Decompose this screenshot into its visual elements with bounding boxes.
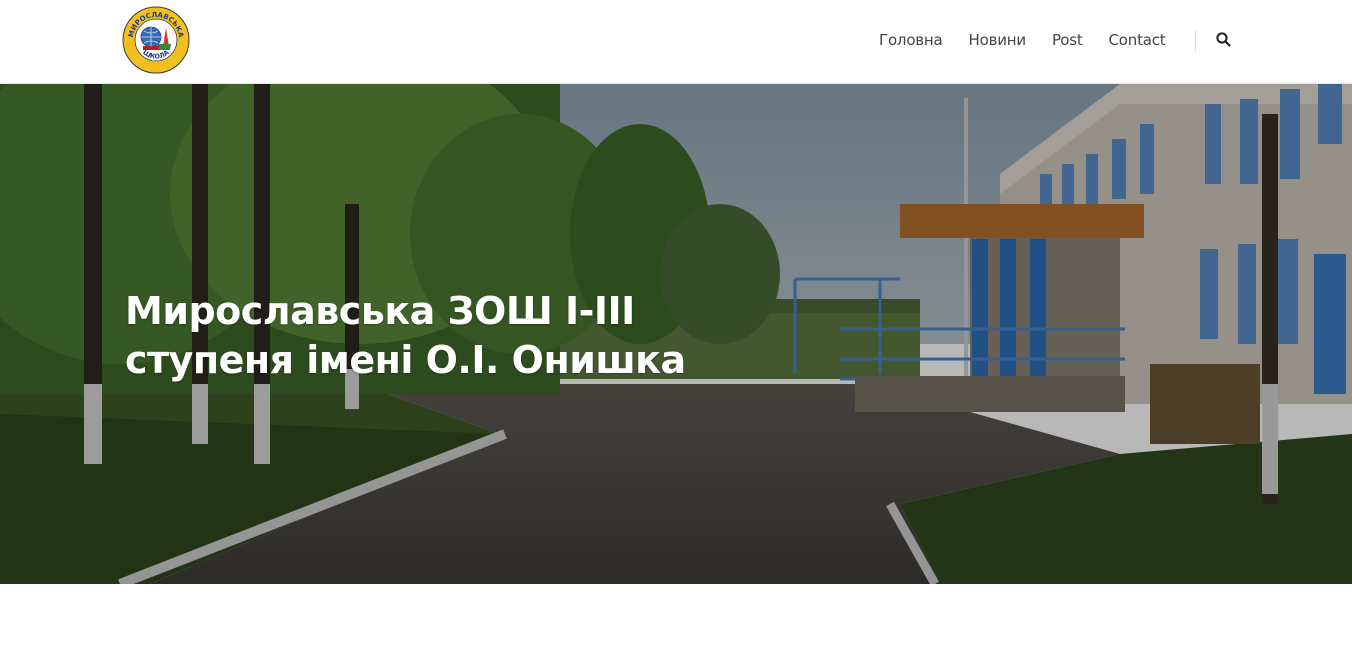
hero-title-line-1: Мирославська ЗОШ І-ІІІ bbox=[125, 289, 635, 333]
hero-title: Мирославська ЗОШ І-ІІІ ступеня імені О.І… bbox=[125, 287, 686, 385]
nav-contact-link[interactable]: Contact bbox=[1109, 31, 1166, 49]
search-icon[interactable] bbox=[1215, 31, 1232, 48]
main-nav: Головна Новини Post Contact bbox=[879, 31, 1192, 49]
nav-divider bbox=[1195, 30, 1196, 51]
nav-news-link[interactable]: Новини bbox=[969, 31, 1027, 49]
hero-title-line-2: ступеня імені О.І. Онишка bbox=[125, 338, 686, 382]
site-header: МИРОСЛАВСЬКА ШКОЛА Головна Новини Post C… bbox=[0, 0, 1352, 84]
school-logo[interactable]: МИРОСЛАВСЬКА ШКОЛА bbox=[121, 6, 191, 74]
hero-banner: Мирославська ЗОШ І-ІІІ ступеня імені О.І… bbox=[0, 84, 1352, 584]
nav-post-link[interactable]: Post bbox=[1052, 31, 1083, 49]
nav-home-link[interactable]: Головна bbox=[879, 31, 943, 49]
school-logo-emblem: МИРОСЛАВСЬКА ШКОЛА bbox=[122, 6, 190, 74]
